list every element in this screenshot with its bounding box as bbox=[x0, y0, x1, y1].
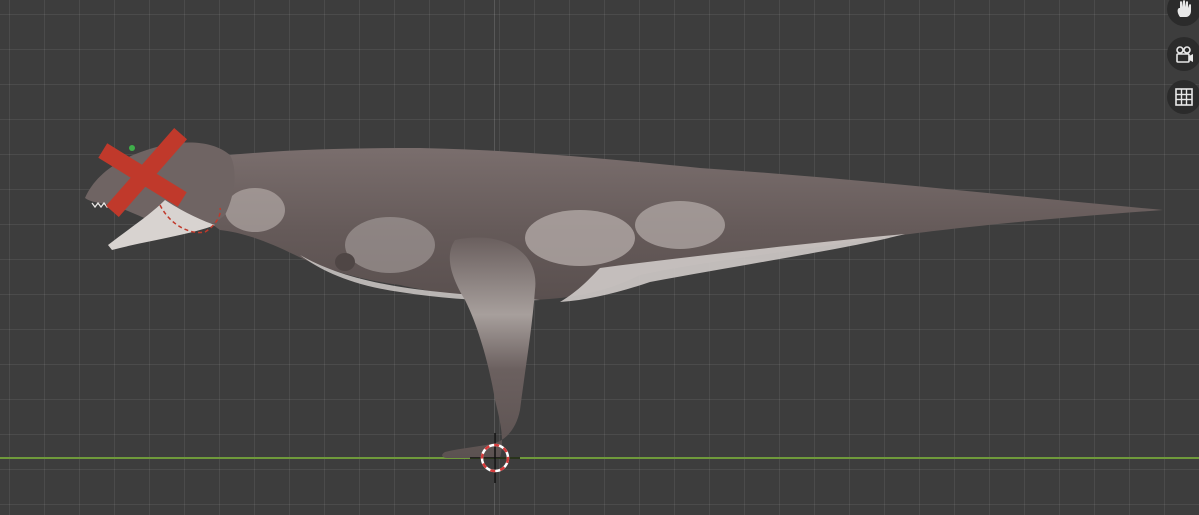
ortho-grid-button[interactable] bbox=[1167, 80, 1199, 114]
camera-view-button[interactable] bbox=[1167, 37, 1199, 71]
dinosaur-model[interactable] bbox=[0, 0, 1199, 515]
grid-ortho-icon bbox=[1175, 88, 1193, 106]
3d-cursor-icon[interactable] bbox=[470, 433, 520, 483]
neck-patch bbox=[225, 188, 285, 232]
dinosaur-arm bbox=[335, 253, 355, 271]
shoulder-patch bbox=[525, 210, 635, 266]
camera-view-icon bbox=[1176, 46, 1193, 63]
torso-patch bbox=[345, 217, 435, 273]
pan-button[interactable] bbox=[1167, 0, 1199, 26]
3d-viewport[interactable] bbox=[0, 0, 1199, 515]
navigation-gizmo bbox=[1167, 0, 1199, 130]
flank-patch bbox=[635, 201, 725, 249]
hand-pan-icon bbox=[1177, 0, 1191, 17]
dinosaur-leg bbox=[442, 237, 536, 458]
